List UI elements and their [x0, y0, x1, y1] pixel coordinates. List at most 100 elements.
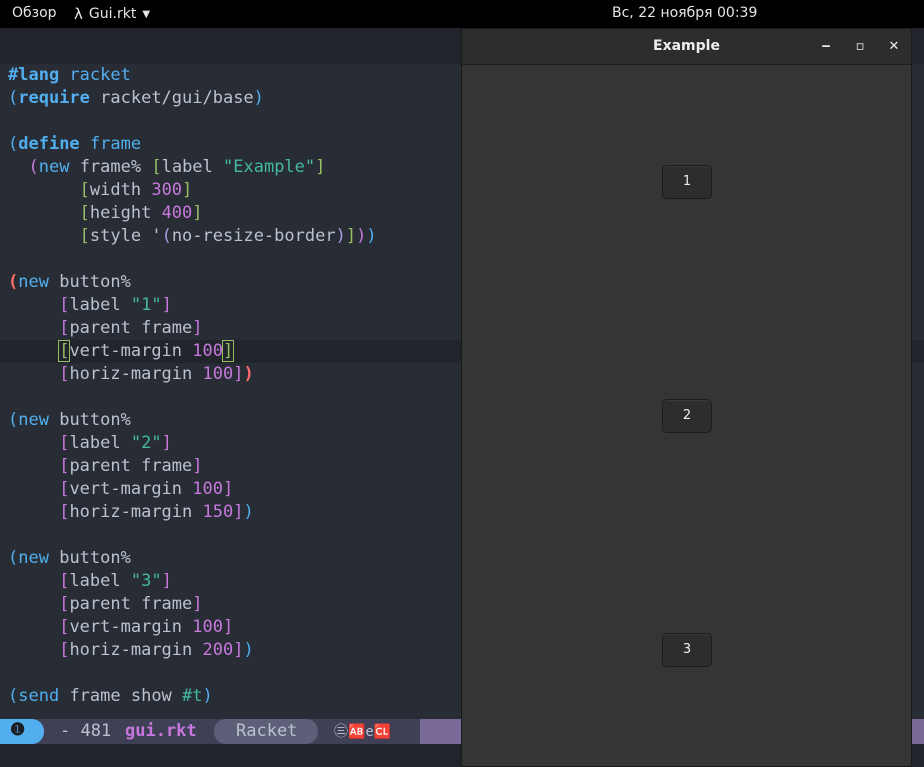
- app-menu[interactable]: λ Gui.rkt ▼: [74, 5, 150, 23]
- code-token: parent frame: [69, 456, 193, 476]
- code-token: [: [58, 340, 71, 362]
- code-token: ): [243, 364, 254, 384]
- code-token: ]: [161, 571, 172, 591]
- code-token: 200: [202, 640, 234, 660]
- close-icon[interactable]: ✕: [884, 37, 904, 57]
- code-token: label: [161, 157, 224, 177]
- code-token: racket/gui/base: [89, 88, 254, 108]
- code-token: [: [59, 571, 70, 591]
- example-window: Example ‒ ▫ ✕ 1 2 3: [461, 28, 912, 767]
- code-token: frame%: [69, 157, 152, 177]
- code-token: (: [8, 88, 19, 108]
- code-token: ]: [233, 364, 244, 384]
- code-token: [: [59, 617, 70, 637]
- code-token: ]: [192, 203, 203, 223]
- clock[interactable]: Вс, 22 ноября 00:39: [612, 5, 757, 21]
- code-token: [: [59, 479, 70, 499]
- code-token: send: [18, 686, 60, 706]
- window-title: Example: [653, 38, 720, 54]
- example-header-bar[interactable]: Example ‒ ▫ ✕: [462, 29, 911, 65]
- code-token: ]: [192, 318, 203, 338]
- code-token: 100: [192, 617, 223, 637]
- code-token: (: [28, 157, 39, 177]
- button-1[interactable]: 1: [662, 165, 712, 199]
- code-token: vert-margin: [69, 479, 193, 499]
- code-token: (: [8, 686, 19, 706]
- code-token: label: [69, 433, 131, 453]
- code-token: ): [243, 640, 254, 660]
- code-token: [: [59, 295, 70, 315]
- code-token: ]: [192, 456, 203, 476]
- code-token: horiz-margin: [69, 364, 203, 384]
- overview-button[interactable]: Обзор: [12, 5, 57, 21]
- code-token: ]: [192, 594, 203, 614]
- code-token: [: [59, 640, 70, 660]
- code-token: horiz-margin: [69, 640, 203, 660]
- code-token: new: [18, 410, 49, 430]
- top-bar: Обзор λ Gui.rkt ▼ Вс, 22 ноября 00:39: [0, 0, 924, 28]
- code-token: [: [79, 226, 90, 246]
- code-token: ): [253, 88, 264, 108]
- code-token: vert-margin: [69, 617, 193, 637]
- code-token: width: [89, 180, 152, 200]
- code-token: ): [356, 226, 367, 246]
- code-token: ]: [161, 433, 172, 453]
- buffer-position: - 481: [60, 721, 112, 741]
- code-token: 100: [202, 364, 234, 384]
- code-token: ): [335, 226, 346, 246]
- code-token: (: [161, 226, 172, 246]
- code-token: [: [59, 364, 70, 384]
- code-token: "Example": [223, 157, 316, 177]
- code-token: [: [79, 203, 90, 223]
- code-token: [: [59, 433, 70, 453]
- code-token: ): [243, 502, 254, 522]
- code-token: "3": [130, 571, 162, 591]
- code-token: 150: [202, 502, 234, 522]
- code-token: 400: [161, 203, 193, 223]
- code-token: label: [69, 295, 131, 315]
- buffer-filename[interactable]: gui.rkt: [125, 721, 197, 741]
- chevron-down-icon: ▼: [142, 8, 151, 20]
- code-token: ]: [182, 180, 193, 200]
- button-3[interactable]: 3: [662, 633, 712, 667]
- code-token: "1": [130, 295, 162, 315]
- maximize-icon[interactable]: ▫: [850, 37, 870, 57]
- code-token: frame: [79, 134, 142, 154]
- code-token: parent frame: [69, 318, 193, 338]
- code-token: 100: [192, 341, 223, 361]
- code-token: [: [59, 456, 70, 476]
- code-token: [: [59, 318, 70, 338]
- code-token: (: [8, 548, 19, 568]
- major-mode-badge[interactable]: Racket: [214, 719, 318, 744]
- code-token: ]: [222, 617, 234, 637]
- code-token: style ': [89, 226, 162, 246]
- minimize-icon[interactable]: ‒: [816, 37, 836, 57]
- code-token: ]: [345, 226, 357, 246]
- code-token: ): [202, 686, 213, 706]
- code-token: "2": [130, 433, 162, 453]
- code-token: 300: [151, 180, 183, 200]
- code-token: (: [8, 134, 19, 154]
- code-token: ]: [233, 502, 244, 522]
- button-2[interactable]: 2: [662, 399, 712, 433]
- code-token: ): [366, 226, 377, 246]
- lambda-icon: λ: [74, 5, 83, 23]
- code-token: #lang: [8, 65, 60, 85]
- code-token: new: [18, 548, 49, 568]
- mode-line-indicators: ㊂🆎e🆑: [334, 724, 392, 740]
- code-token: parent frame: [69, 594, 193, 614]
- app-name: Gui.rkt: [88, 6, 137, 22]
- code-token: #t: [182, 686, 203, 706]
- code-token: new: [18, 272, 49, 292]
